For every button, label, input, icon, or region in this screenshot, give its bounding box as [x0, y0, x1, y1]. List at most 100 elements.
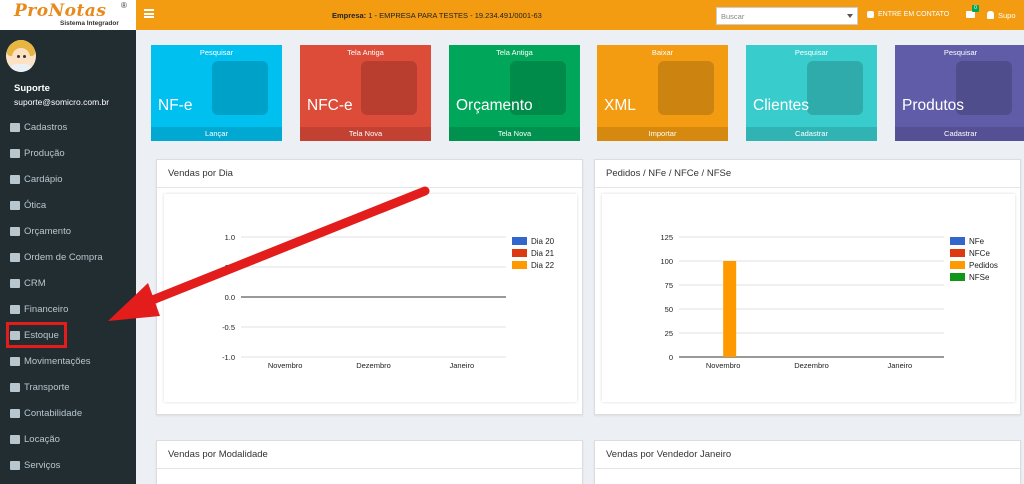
search-select[interactable]: Buscar: [716, 7, 858, 25]
cutlery-icon: [10, 174, 20, 184]
y-tick-label: 0.5: [225, 263, 235, 272]
avatar-body: [9, 64, 33, 72]
sidebar-item-11[interactable]: Contabilidade: [10, 405, 82, 421]
y-tick-label: 100: [660, 257, 673, 266]
panel-divider: [157, 468, 582, 469]
x-tick-label: Novembro: [268, 361, 303, 370]
tile-2[interactable]: Tela Antiga Orçamento Tela Nova: [449, 45, 580, 141]
sidebar-item-6[interactable]: CRM: [10, 275, 46, 291]
legend-swatch: [950, 261, 965, 269]
sidebar-item-5[interactable]: Ordem de Compra: [10, 249, 103, 265]
hamburger-menu-icon[interactable]: [144, 9, 154, 18]
chart-container: 1.0 0.5 0.0 -0.5 -1.0 Novembro Dezembro Janeiro…: [164, 194, 577, 402]
tile-foot-link[interactable]: Cadastrar: [895, 127, 1024, 141]
tile-title: NFC-e: [307, 97, 353, 114]
tile-foot-link[interactable]: Tela Nova: [449, 127, 580, 141]
y-tick-label: -1.0: [222, 353, 235, 362]
chart-vendas-dia: 1.0 0.5 0.0 -0.5 -1.0 Novembro Dezembro Janeiro…: [222, 233, 555, 370]
sidebar-item-10[interactable]: Transporte: [10, 379, 70, 395]
tile-top-link[interactable]: Pesquisar: [151, 48, 282, 57]
users-icon: [807, 61, 863, 115]
x-tick-label: Dezembro: [794, 361, 829, 370]
caret-down-icon: [847, 14, 853, 18]
user-email: suporte@somicro.com.br: [14, 97, 110, 107]
tile-top-link[interactable]: Baixar: [597, 48, 728, 57]
legend-label[interactable]: Dia 21: [531, 249, 555, 258]
y-tick-label: 0.0: [225, 293, 235, 302]
legend-label[interactable]: Dia 20: [531, 237, 555, 246]
sidebar-item-13[interactable]: Serviços: [10, 457, 60, 473]
tile-top-link[interactable]: Pesquisar: [746, 48, 877, 57]
tile-title: Clientes: [753, 97, 809, 114]
envelope-icon[interactable]: [966, 11, 975, 18]
panel-title: Vendas por Dia: [168, 168, 233, 179]
tile-foot-link[interactable]: Lançar: [151, 127, 282, 141]
tile-top-link[interactable]: Tela Antiga: [449, 48, 580, 57]
tile-top-link[interactable]: Tela Antiga: [300, 48, 431, 57]
legend-label[interactable]: Pedidos: [969, 261, 998, 270]
sidebar-item-1[interactable]: Produção: [10, 145, 65, 161]
sidebar-item-label: Locação: [24, 433, 60, 445]
cart-icon: [956, 61, 1012, 115]
sidebar-item-12[interactable]: Locação: [10, 431, 60, 447]
contact-link[interactable]: ENTRE EM CONTATO: [867, 11, 949, 18]
tile-title: Produtos: [902, 97, 965, 114]
sidebar-item-7[interactable]: Financeiro: [10, 301, 68, 317]
y-tick-label: -0.5: [222, 323, 235, 332]
panel-title: Pedidos / NFe / NFCe / NFSe: [606, 168, 732, 179]
avatar-eye: [17, 55, 20, 58]
sidebar-item-label: Contabilidade: [24, 407, 83, 419]
sidebar-item-3[interactable]: Ótica: [10, 197, 46, 213]
sidebar-item-4[interactable]: Orçamento: [10, 223, 71, 239]
sidebar-item-0[interactable]: Cadastros: [10, 119, 67, 135]
sidebar-item-label: Movimentações: [24, 355, 91, 367]
money-icon: [10, 304, 20, 314]
panel-title: Vendas por Modalidade: [168, 449, 268, 460]
avatar[interactable]: [6, 40, 36, 72]
panel-divider: [157, 187, 582, 188]
sidebar-item-label: Cadastros: [24, 121, 68, 133]
x-tick-label: Janeiro: [450, 361, 475, 370]
tile-foot-link[interactable]: Cadastrar: [746, 127, 877, 141]
tile-title: NF-e: [158, 97, 193, 114]
tile-5[interactable]: Pesquisar Produtos Cadastrar: [895, 45, 1024, 141]
legend-swatch: [950, 273, 965, 281]
y-tick-label: 125: [660, 233, 673, 242]
tile-title: Orçamento: [456, 97, 533, 114]
legend-label[interactable]: NFCe: [969, 249, 990, 258]
legend-swatch: [512, 261, 527, 269]
sidebar-item-label: Ordem de Compra: [24, 251, 103, 263]
tile-0[interactable]: Pesquisar NF-e Lançar: [151, 45, 282, 141]
panel-vendas-dia: Vendas por Dia 1.0 0.5 0.0 -0.5 -1.0 Novembro…: [156, 159, 583, 415]
bar-pedidos[interactable]: [723, 261, 737, 357]
logo-registered: ®: [121, 1, 127, 10]
sidebar-item-label: Cardápio: [24, 173, 63, 185]
legend-swatch: [950, 237, 965, 245]
eye-icon: [10, 200, 20, 210]
user-icon[interactable]: [987, 11, 994, 19]
y-tick-label: 0: [669, 353, 673, 362]
top-navbar: Empresa: 1 - EMPRESA PARA TESTES - 19.23…: [136, 0, 1024, 30]
crm-icon: [10, 278, 20, 288]
legend-label[interactable]: Dia 22: [531, 261, 555, 270]
sidebar-item-9[interactable]: Movimentações: [10, 353, 91, 369]
tile-foot-link[interactable]: Importar: [597, 127, 728, 141]
logo[interactable]: ProNotas ® Sistema Integrador: [0, 0, 136, 30]
tile-foot-link[interactable]: Tela Nova: [300, 127, 431, 141]
balance-icon: [10, 408, 20, 418]
tile-3[interactable]: Baixar XML Importar: [597, 45, 728, 141]
y-tick-label: 25: [665, 329, 673, 338]
tile-1[interactable]: Tela Antiga NFC-e Tela Nova: [300, 45, 431, 141]
tile-top-link[interactable]: Pesquisar: [895, 48, 1024, 57]
tile-4[interactable]: Pesquisar Clientes Cadastrar: [746, 45, 877, 141]
sidebar-item-2[interactable]: Cardápio: [10, 171, 63, 187]
copy-icon: [10, 252, 20, 262]
company-label: Empresa:: [332, 11, 367, 20]
company-value: 1 - EMPRESA PARA TESTES - 19.234.491/000…: [368, 11, 542, 20]
sidebar-item-label: Serviços: [24, 459, 61, 471]
panel-vendas-modalidade: Vendas por Modalidade: [156, 440, 583, 484]
legend-label[interactable]: NFe: [969, 237, 985, 246]
top-user-name[interactable]: Supo: [998, 11, 1016, 20]
legend-swatch: [512, 237, 527, 245]
legend-label[interactable]: NFSe: [969, 273, 990, 282]
